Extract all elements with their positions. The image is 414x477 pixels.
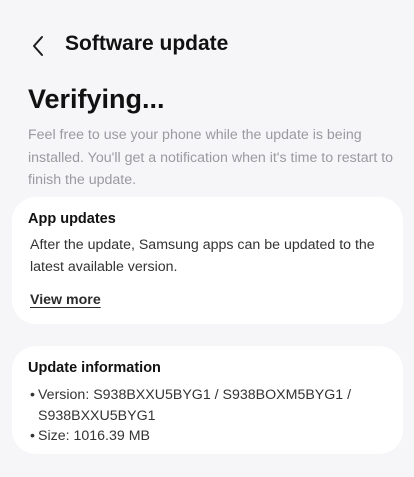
back-button[interactable] xyxy=(22,30,54,62)
app-header: Software update xyxy=(0,24,414,68)
update-status-description: Feel free to use your phone while the up… xyxy=(28,127,394,188)
page-title: Software update xyxy=(65,32,229,55)
update-size-text: Size: 1016.39 MB xyxy=(38,428,150,444)
update-information-list: • Version: S938BXXU5BYG1 / S938BOXM5BYG1… xyxy=(30,385,390,447)
chevron-left-icon xyxy=(33,36,43,56)
update-information-card: Update information • Version: S938BXXU5B… xyxy=(12,346,403,454)
update-information-heading: Update information xyxy=(28,360,161,376)
update-size-item: • Size: 1016.39 MB xyxy=(30,426,390,447)
bullet: • xyxy=(30,387,35,403)
update-status-title: Verifying... xyxy=(28,84,165,114)
update-version-item: • Version: S938BXXU5BYG1 / S938BOXM5BYG1… xyxy=(30,385,390,426)
view-more-link[interactable]: View more xyxy=(30,292,101,308)
app-updates-text: After the update, Samsung apps can be up… xyxy=(30,237,375,275)
update-version-text: Version: S938BXXU5BYG1 / S938BOXM5BYG1 /… xyxy=(38,387,352,424)
app-updates-card: App updates After the update, Samsung ap… xyxy=(12,197,403,324)
app-updates-heading: App updates xyxy=(28,211,116,227)
bullet: • xyxy=(30,428,35,444)
